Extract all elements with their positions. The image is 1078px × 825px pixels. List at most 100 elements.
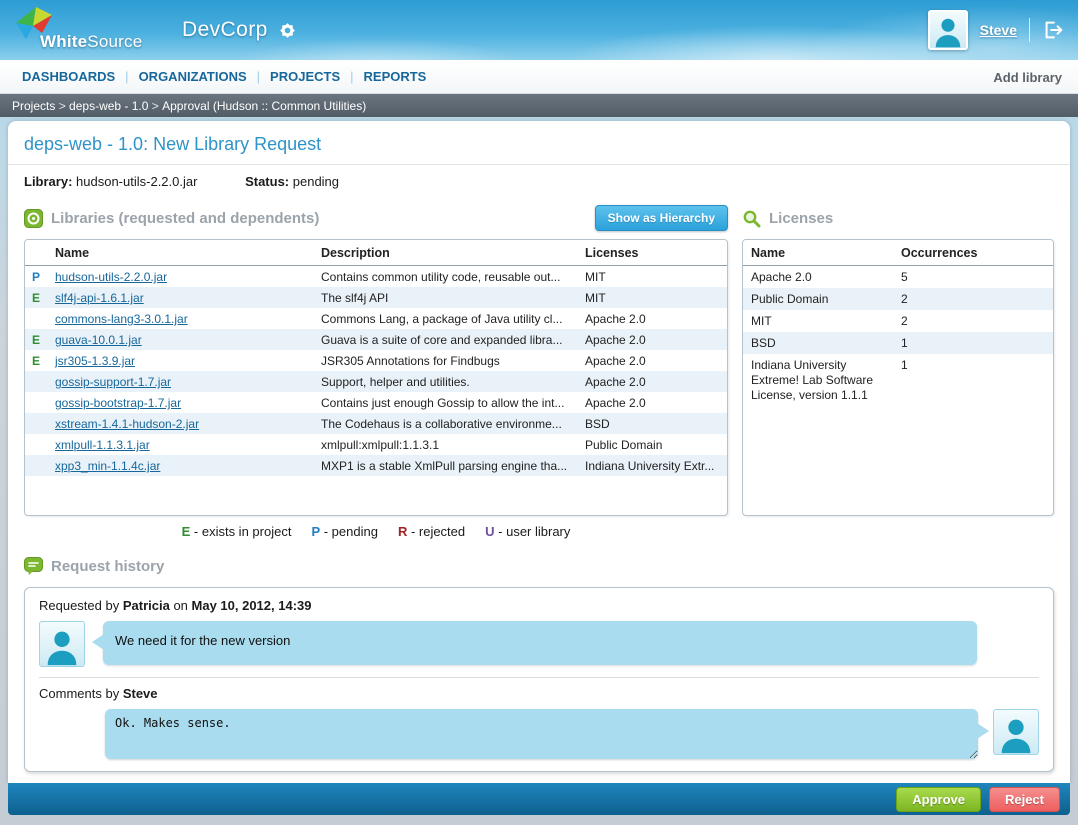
library-description: The Codehaus is a collaborative environm… (321, 417, 562, 431)
license-row: Apache 2.0 5 (743, 266, 1053, 289)
legend-letter: E (181, 524, 191, 539)
bottom-strip (0, 815, 1078, 825)
history-panel-head: Request history (24, 551, 1054, 581)
license-occurrences: 1 (901, 336, 908, 350)
status-value: pending (292, 174, 340, 189)
breadcrumb-part[interactable]: Approval (Hudson :: Common Utilities) (162, 99, 366, 113)
library-row: xpp3_min-1.1.4c.jar MXP1 is a stable XmlP… (25, 455, 727, 476)
user-name-link[interactable]: Steve (980, 22, 1017, 38)
legend-text: - user library (494, 524, 571, 539)
legend-item: P - pending (311, 524, 378, 539)
library-status-flag (25, 392, 47, 413)
library-status-flag: E (32, 333, 41, 347)
legend-item: U - user library (485, 524, 570, 539)
licenses-column-header: Licenses (577, 240, 727, 266)
library-license: BSD (585, 417, 610, 431)
brand-text: WhiteSource (40, 32, 142, 52)
library-status-flag (25, 371, 47, 392)
library-status-flag: E (32, 291, 41, 305)
breadcrumb-separator: > (55, 98, 70, 113)
library-license: Apache 2.0 (585, 333, 646, 347)
library-value: hudson-utils-2.2.0.jar (76, 174, 198, 189)
legend-text: - pending (320, 524, 378, 539)
brand-source: Source (87, 32, 143, 51)
licenses-panel: Licenses Name Occurrences Apache 2.0 5 Pub… (742, 203, 1054, 541)
library-link[interactable]: hudson-utils-2.2.0.jar (55, 270, 167, 284)
title-block: deps-web - 1.0: New Library Request (8, 121, 1070, 165)
legend: E - exists in project P - pending R - reje… (24, 516, 728, 541)
library-info-row: Library: hudson-utils-2.2.0.jar Status: … (8, 165, 1070, 195)
header-right: Steve (927, 10, 1064, 50)
library-link[interactable]: commons-lang3-3.0.1.jar (55, 312, 188, 326)
libraries-table-header: Name Description Licenses (25, 240, 727, 266)
occurrences-column-header: Occurrences (893, 240, 1053, 266)
gear-icon[interactable] (278, 21, 297, 40)
license-row: Indiana University Extreme! Lab Software… (743, 354, 1053, 406)
license-name: Public Domain (751, 292, 829, 306)
library-row: Phudson-utils-2.2.0.jar Contains common u… (25, 266, 727, 288)
library-link[interactable]: xpp3_min-1.1.4c.jar (55, 459, 160, 473)
header: WhiteSource DevCorp Steve (0, 0, 1078, 60)
nav-item-dashboards[interactable]: DASHBOARDS (12, 69, 125, 84)
license-name: MIT (751, 314, 772, 328)
library-status-flag (25, 308, 47, 329)
request-message-bubble: We need it for the new version (92, 621, 977, 665)
library-name-cell: hudson-utils-2.2.0.jar (47, 266, 313, 288)
library-row: commons-lang3-3.0.1.jar Commons Lang, a p… (25, 308, 727, 329)
library-description: Contains common utility code, reusable o… (321, 270, 561, 284)
comment-row: Ok. Makes sense. (39, 709, 1039, 759)
library-link[interactable]: gossip-bootstrap-1.7.jar (55, 396, 181, 410)
breadcrumb-separator: > (148, 98, 163, 113)
library-license: Apache 2.0 (585, 312, 646, 326)
licenses-table-header: Name Occurrences (743, 240, 1053, 266)
nav-item-organizations[interactable]: ORGANIZATIONS (129, 69, 257, 84)
library-license: Apache 2.0 (585, 375, 646, 389)
add-library-button[interactable]: Add library (993, 70, 1066, 85)
legend-letter: P (311, 524, 321, 539)
on-text: on (169, 598, 192, 613)
license-occurrences: 5 (901, 270, 908, 284)
library-link[interactable]: xstream-1.4.1-hudson-2.jar (55, 417, 199, 431)
breadcrumb: Projects > deps-web - 1.0 > Approval (Hu… (0, 94, 1078, 117)
libraries-table-body: Phudson-utils-2.2.0.jar Contains common u… (25, 266, 727, 476)
library-row: gossip-support-1.7.jar Support, helper an… (25, 371, 727, 392)
library-link[interactable]: slf4j-api-1.6.1.jar (55, 291, 144, 305)
breadcrumb-part[interactable]: Projects (12, 99, 55, 113)
history-panel-title: Request history (51, 557, 165, 575)
licenses-table-body: Apache 2.0 5 Public Domain 2 MIT 2 BSD 1 Indiana… (743, 266, 1053, 407)
nav-separator: | (350, 69, 354, 84)
name-column-header: Name (47, 240, 313, 266)
license-name-column-header: Name (743, 240, 893, 266)
user-avatar[interactable] (927, 10, 968, 50)
library-link[interactable]: gossip-support-1.7.jar (55, 375, 171, 389)
approve-button[interactable]: Approve (896, 786, 981, 812)
library-name-cell: jsr305-1.3.9.jar (47, 350, 313, 371)
library-link[interactable]: guava-10.0.1.jar (55, 333, 142, 347)
library-description: Contains just enough Gossip to allow the… (321, 396, 565, 410)
legend-text: - rejected (407, 524, 466, 539)
logout-icon[interactable] (1042, 19, 1064, 41)
library-description: Support, helper and utilities. (321, 375, 470, 389)
license-occurrences: 2 (901, 292, 908, 306)
library-status-flag (25, 434, 47, 455)
library-license: MIT (585, 270, 606, 284)
library-link[interactable]: jsr305-1.3.9.jar (55, 354, 135, 368)
library-name-cell: xmlpull-1.1.3.1.jar (47, 434, 313, 455)
library-link[interactable]: xmlpull-1.1.3.1.jar (55, 438, 150, 452)
license-occurrences: 1 (901, 358, 908, 372)
nav-item-projects[interactable]: PROJECTS (260, 69, 350, 84)
library-name-cell: slf4j-api-1.6.1.jar (47, 287, 313, 308)
reject-button[interactable]: Reject (988, 786, 1060, 812)
status-pair: Status: pending (245, 174, 339, 189)
comment-bubble: Ok. Makes sense. (105, 709, 989, 759)
breadcrumb-part[interactable]: deps-web - 1.0 (69, 99, 148, 113)
library-license: Indiana University Extr... (585, 459, 715, 473)
licenses-table: Name Occurrences Apache 2.0 5 Public Domai… (743, 240, 1053, 406)
history-section: Request history Requested by Patricia on… (8, 541, 1070, 772)
requester-avatar (39, 621, 85, 667)
show-as-hierarchy-button[interactable]: Show as Hierarchy (594, 205, 728, 231)
comment-textarea[interactable]: Ok. Makes sense. (105, 709, 978, 759)
nav-item-reports[interactable]: REPORTS (354, 69, 437, 84)
library-label: Library: (24, 174, 73, 189)
requested-prefix: Requested by (39, 598, 123, 613)
